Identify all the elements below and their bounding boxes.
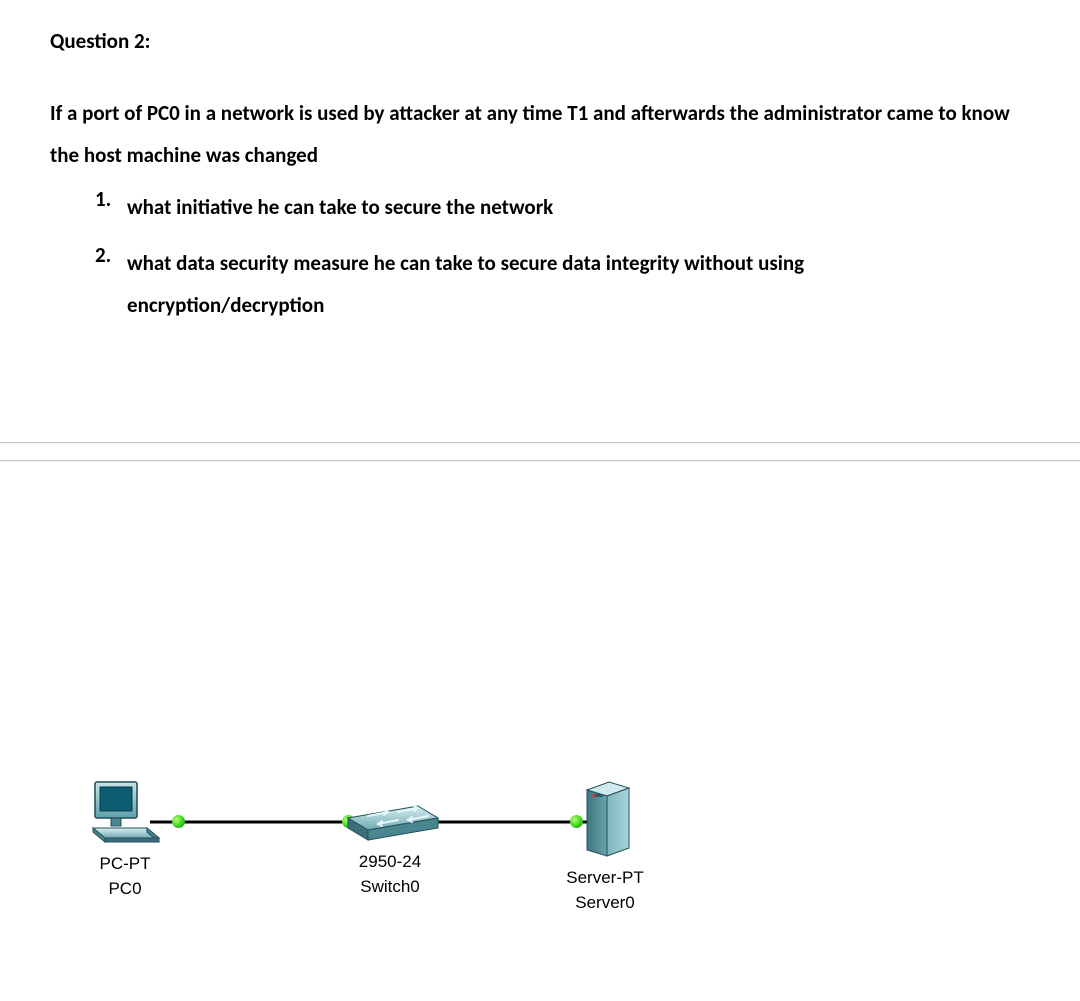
device-type-label: PC-PT (80, 853, 170, 874)
device-name-label: PC0 (80, 878, 170, 899)
network-diagram: PC-PT PC0 (80, 780, 680, 940)
device-server: Server-PT Server0 (560, 780, 650, 914)
list-text: what data security measure he can take t… (127, 242, 995, 326)
list-item: 1. what initiative he can take to secure… (95, 186, 995, 228)
list-text: what initiative he can take to secure th… (127, 186, 995, 228)
device-pc: PC-PT PC0 (80, 780, 170, 900)
list-number: 2. (95, 242, 127, 268)
switch-icon (340, 800, 440, 842)
device-type-label: Server-PT (560, 867, 650, 888)
pc-icon (89, 780, 161, 844)
list-item: 2. what data security measure he can tak… (95, 242, 995, 326)
link-status-dot (172, 815, 185, 828)
device-name-label: Switch0 (335, 876, 445, 897)
list-number: 1. (95, 186, 127, 212)
horizontal-rule (0, 460, 1080, 462)
question-paragraph: If a port of PC0 in a network is used by… (50, 92, 1030, 176)
question-list: 1. what initiative he can take to secure… (95, 186, 995, 340)
device-model-label: 2950-24 (335, 851, 445, 872)
horizontal-rule (0, 442, 1080, 444)
server-icon (575, 780, 635, 858)
question-title: Question 2: (50, 28, 1030, 54)
device-name-label: Server0 (560, 892, 650, 913)
device-switch: 2950-24 Switch0 (335, 800, 445, 898)
